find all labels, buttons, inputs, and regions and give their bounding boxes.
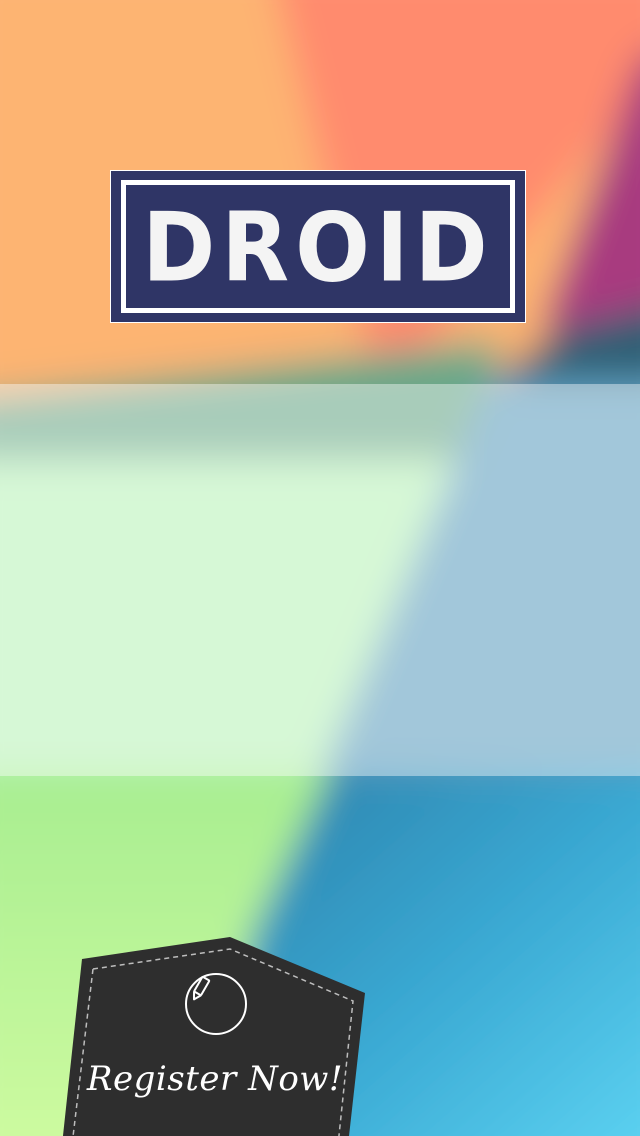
register-now-button[interactable]: Register Now! bbox=[60, 935, 370, 1136]
logo-title: DROID bbox=[142, 191, 494, 303]
logo-inner-border: DROID bbox=[121, 180, 515, 313]
droid-logo: DROID bbox=[110, 170, 526, 323]
frosted-overlay-band bbox=[0, 384, 640, 776]
register-badge-shape bbox=[62, 937, 365, 1136]
register-now-label: Register Now! bbox=[86, 1059, 344, 1099]
pencil-icon bbox=[185, 973, 247, 1035]
